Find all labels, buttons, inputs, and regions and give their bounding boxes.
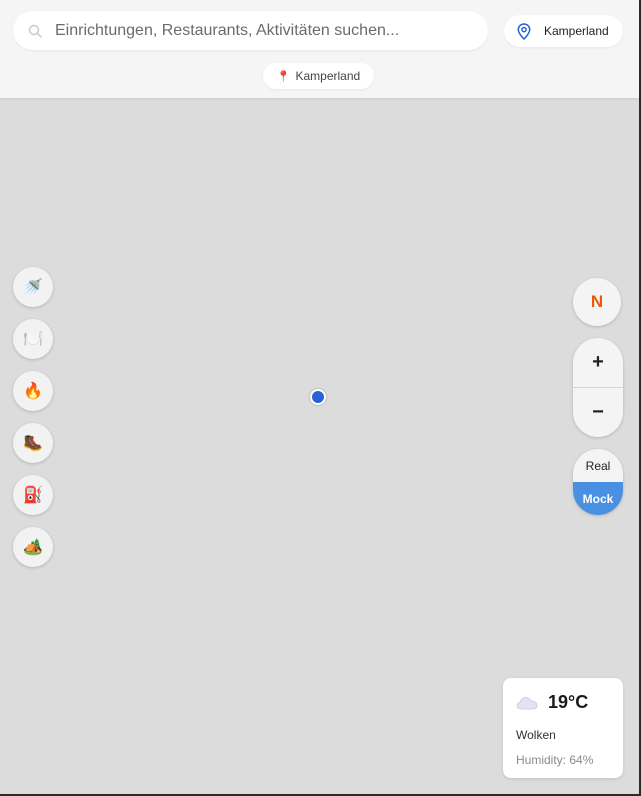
shower-icon: 🚿 <box>23 279 43 296</box>
search-icon <box>27 23 43 39</box>
compass-button[interactable]: N <box>573 278 621 326</box>
location-chip-label: Kamperland <box>295 69 361 83</box>
category-camping-button[interactable]: 🏕️ <box>13 527 53 567</box>
weather-card: 19°C Wolken Humidity: 64% <box>503 678 623 778</box>
fuel-pump-icon: ⛽ <box>23 487 43 504</box>
weather-temperature: 19°C <box>548 692 589 712</box>
category-restaurants-button[interactable]: 🍽️ <box>13 319 53 359</box>
map-pin-icon: 📍 <box>276 70 291 83</box>
location-chip[interactable]: 📍 Kamperland <box>263 63 374 89</box>
zoom-out-button[interactable]: − <box>573 388 623 437</box>
zoom-control: + − <box>573 338 623 437</box>
location-button-label: Kamperland <box>544 24 609 38</box>
search-bar[interactable] <box>13 11 488 50</box>
category-showers-button[interactable]: 🚿 <box>13 267 53 307</box>
location-button[interactable]: Kamperland <box>504 15 623 47</box>
plate-cutlery-icon: 🍽️ <box>23 331 43 348</box>
top-bar: Kamperland 📍 Kamperland <box>0 0 639 98</box>
search-input[interactable] <box>55 21 475 40</box>
hiking-boot-icon: 🥾 <box>23 435 43 452</box>
compass-north-label: N <box>590 292 604 311</box>
user-location-marker <box>310 389 326 405</box>
zoom-in-button[interactable]: + <box>573 338 623 387</box>
category-hiking-button[interactable]: 🥾 <box>13 423 53 463</box>
fire-icon: 🔥 <box>23 383 43 400</box>
cloud-icon <box>516 696 538 710</box>
category-campfire-button[interactable]: 🔥 <box>13 371 53 411</box>
category-fuel-button[interactable]: ⛽ <box>13 475 53 515</box>
weather-humidity: Humidity: 64% <box>516 753 594 767</box>
camping-icon: 🏕️ <box>23 539 43 556</box>
weather-condition: Wolken <box>516 728 556 742</box>
location-pin-icon <box>517 22 531 40</box>
mode-toggle: Real Mock <box>573 449 623 515</box>
